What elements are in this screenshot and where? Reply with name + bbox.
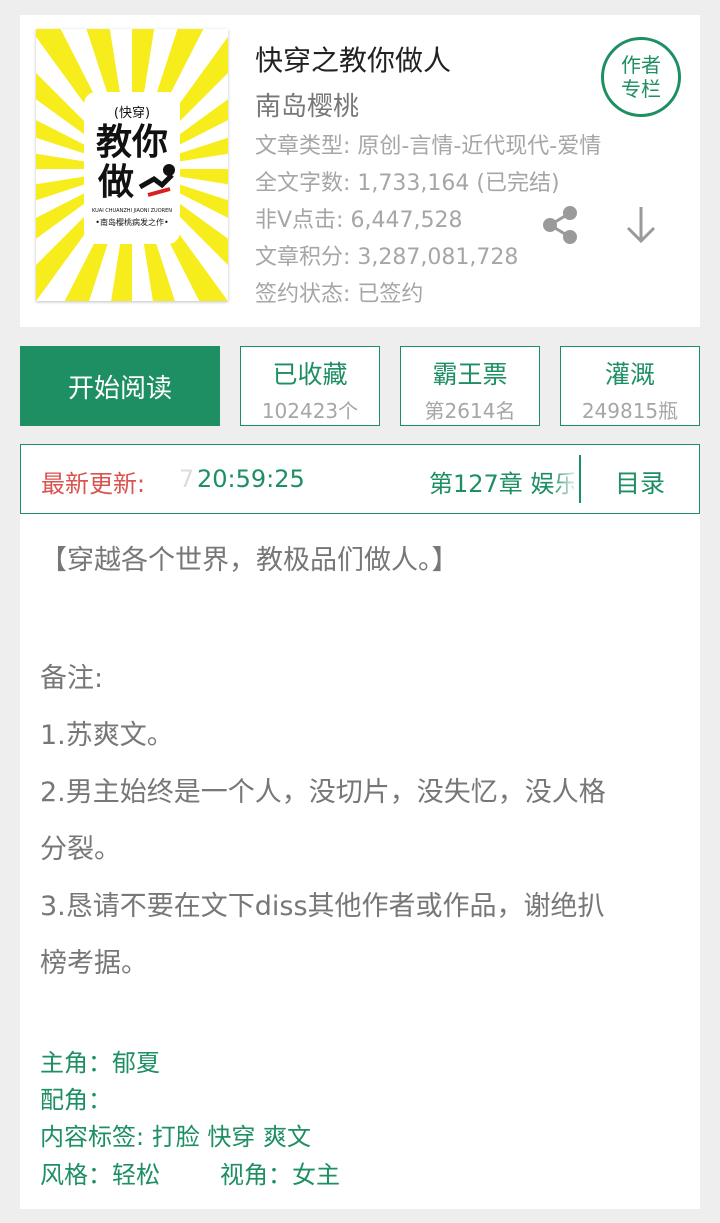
perspective-tag: 视角：女主 — [220, 1161, 340, 1189]
word-count-row: 全文字数: 1,733,164 (已完结) — [255, 165, 560, 197]
supporting-tag: 配角： — [40, 1086, 112, 1114]
style-tag: 风格：轻松 — [40, 1161, 160, 1189]
vote-rank: 第2614名 — [424, 399, 516, 423]
score-row: 文章积分: 3,287,081,728 — [255, 239, 518, 271]
word-count-label: 全文字数: — [255, 171, 351, 196]
clicks-value: 6,447,528 — [350, 208, 463, 233]
author-name[interactable]: 南岛樱桃 — [255, 86, 359, 123]
latest-update-label: 最新更新: — [41, 470, 146, 498]
vote-button[interactable]: 霸王票 第2614名 — [400, 346, 540, 426]
note-title: 备注: — [40, 663, 104, 694]
cover-subtitle: •南岛樱桃病发之作• — [95, 217, 168, 227]
score-label: 文章积分: — [255, 245, 351, 270]
cover-line2: 做 — [97, 162, 134, 203]
water-label: 灌溉 — [604, 360, 655, 389]
favorite-count: 102423个 — [261, 399, 359, 423]
water-button[interactable]: 灌溉 249815瓶 — [560, 346, 700, 426]
book-cover[interactable]: (快穿) 教你 做 KUAI CHUANZHI JIAONI ZUOREN •南… — [36, 29, 228, 301]
clicks-row: 非V点击: 6,447,528 — [255, 202, 462, 234]
latest-update-bar[interactable]: 最新更新: 7 20:59:25 第127章 娱乐 目录 — [20, 444, 700, 514]
cover-line1: 教你 — [96, 122, 168, 163]
update-date-faded: 7 — [179, 465, 195, 493]
note-3-line1: 3.恳请不要在文下diss其他作者或作品，谢绝扒 — [40, 891, 605, 922]
type-row: 文章类型: 原创-言情-近代现代-爱情 — [255, 128, 601, 160]
update-divider — [579, 455, 581, 503]
favorite-label: 已收藏 — [272, 360, 348, 389]
note-2-line1: 2.男主始终是一个人，没切片，没失忆，没人格 — [40, 777, 606, 808]
content-tags[interactable]: 内容标签: 打脸 快穿 爽文 — [40, 1117, 311, 1152]
arrow-down-icon[interactable] — [620, 203, 662, 251]
book-title: 快穿之教你做人 — [255, 44, 452, 77]
chapter-fade-overlay — [551, 455, 579, 503]
cover-top-text: (快穿) — [114, 105, 150, 121]
share-icon[interactable] — [538, 203, 582, 251]
cover-pinyin: KUAI CHUANZHI JIAONI ZUOREN — [92, 208, 172, 214]
contract-value: 已签约 — [357, 282, 424, 307]
water-count: 249815瓶 — [581, 399, 679, 423]
vote-label: 霸王票 — [432, 360, 508, 389]
protagonist-tag: 主角：郁夏 — [40, 1049, 160, 1077]
author-column-line1: 作者 — [621, 53, 661, 77]
contract-row: 签约状态: 已签约 — [255, 276, 423, 308]
clicks-label: 非V点击: — [255, 208, 344, 233]
author-column-line2: 专栏 — [621, 77, 661, 101]
book-info-card: (快穿) 教你 做 KUAI CHUANZHI JIAONI ZUOREN •南… — [20, 15, 700, 327]
favorite-button[interactable]: 已收藏 102423个 — [240, 346, 380, 426]
note-3-line2: 榜考据。 — [40, 948, 148, 979]
type-value: 原创-言情-近代现代-爱情 — [357, 134, 602, 159]
note-2-line2: 分裂。 — [40, 834, 121, 865]
start-reading-button[interactable]: 开始阅读 — [20, 346, 220, 426]
cover-art: (快穿) 教你 做 KUAI CHUANZHI JIAONI ZUOREN •南… — [36, 29, 228, 301]
score-value: 3,287,081,728 — [357, 245, 519, 270]
description-panel: 【穿越各个世界，教极品们做人。】 备注: 1.苏爽文。 2.男主始终是一个人，没… — [20, 514, 700, 1209]
note-1: 1.苏爽文。 — [40, 720, 174, 751]
contract-label: 签约状态: — [255, 282, 351, 307]
type-label: 文章类型: — [255, 134, 351, 159]
update-time: 20:59:25 — [197, 465, 305, 493]
table-of-contents-button[interactable]: 目录 — [615, 464, 665, 500]
author-column-button[interactable]: 作者 专栏 — [601, 37, 681, 117]
word-count-value: 1,733,164 (已完结) — [357, 171, 560, 196]
summary-text: 【穿越各个世界，教极品们做人。】 — [40, 545, 459, 576]
